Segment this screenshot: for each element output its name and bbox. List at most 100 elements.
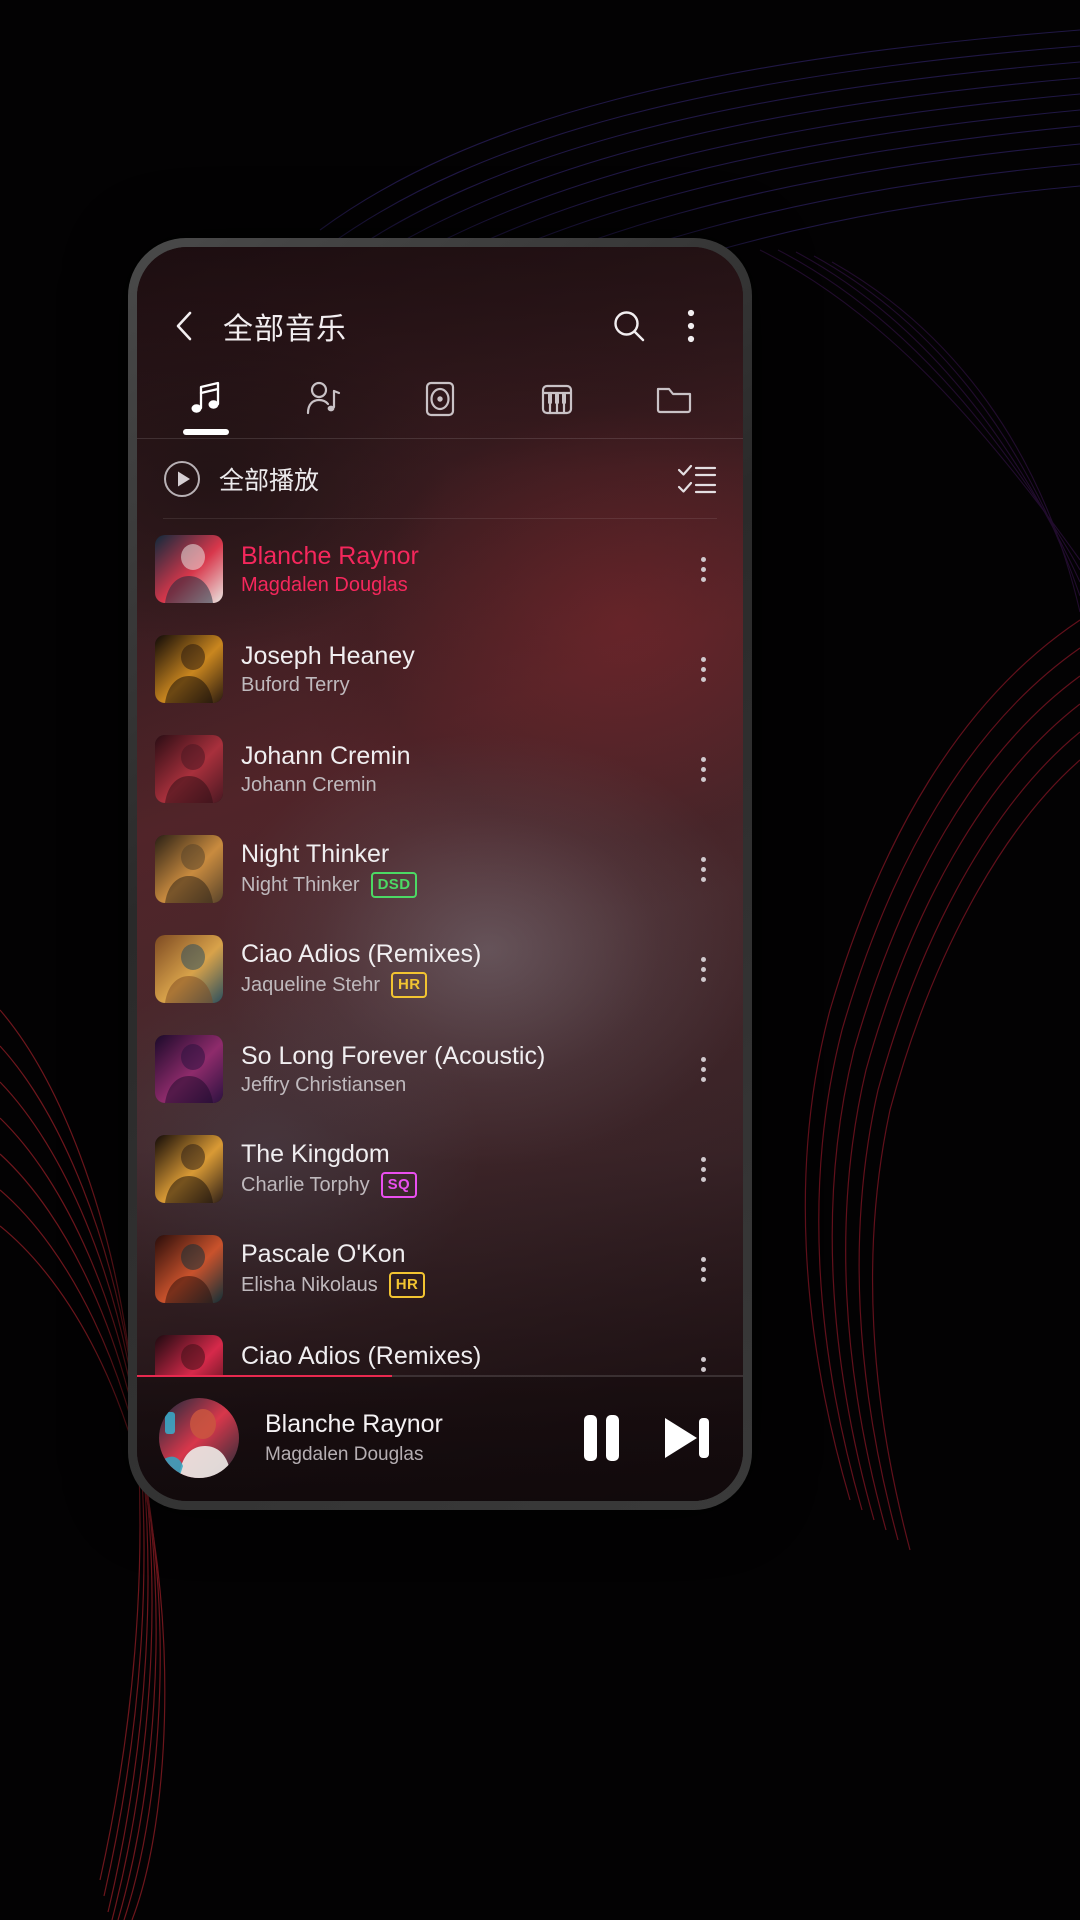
overflow-menu-button[interactable] [667,302,715,350]
search-button[interactable] [605,302,653,350]
now-playing-bar[interactable]: Blanche Raynor Magdalen Douglas [137,1375,743,1501]
chevron-left-icon [176,311,192,341]
song-overflow-button[interactable] [681,534,725,604]
more-vertical-icon [700,1066,706,1072]
search-icon [614,311,645,342]
song-album-art [155,1235,223,1303]
quality-badge: SQ [380,1172,418,1198]
now-playing-text: Blanche Raynor Magdalen Douglas [259,1410,553,1466]
song-title: Pascale O'Kon [241,1240,406,1268]
more-vertical-icon [700,976,706,982]
song-text: Pascale O'Kon Elisha Nikolaus HR [241,1240,663,1298]
song-overflow-button[interactable] [681,934,725,1004]
more-vertical-icon [700,1256,706,1262]
album-art-image [155,1035,223,1103]
song-overflow-button[interactable] [681,734,725,804]
album-art-image [155,935,223,1003]
song-overflow-button[interactable] [681,1334,725,1375]
song-subtitle-row: Johann Cremin [241,774,663,796]
song-album-art [155,535,223,603]
song-row[interactable]: Night Thinker Night Thinker DSD [137,819,743,919]
playback-progress-fill [137,1375,392,1377]
tab-folders[interactable] [616,359,733,439]
song-artist: Magdalen Douglas [241,573,408,596]
play-circle-icon [164,461,200,497]
song-overflow-button[interactable] [681,834,725,904]
music-note-icon [191,381,219,413]
song-row[interactable]: The Kingdom Charlie Torphy SQ [137,1119,743,1219]
more-vertical-icon [700,756,706,762]
song-overflow-button[interactable] [681,634,725,704]
album-art-image [155,735,223,803]
playback-progress-track[interactable] [137,1375,743,1377]
song-overflow-button[interactable] [681,1034,725,1104]
album-disc-icon [425,381,455,417]
tab-albums[interactable] [381,359,498,439]
song-text: Blanche Raynor Magdalen Douglas [241,542,663,596]
song-subtitle-row: Magdalen Douglas [241,574,663,596]
album-art-image [159,1398,239,1478]
song-text: Ciao Adios (Remixes) Jaqueline Stehr HR [241,940,663,998]
song-artist: Charlie Torphy [241,1173,370,1196]
tab-songs[interactable] [147,359,264,439]
more-vertical-icon [700,576,706,582]
song-row[interactable]: Pascale O'Kon Elisha Nikolaus HR [137,1219,743,1319]
more-vertical-icon [700,1056,706,1062]
album-art-image [155,835,223,903]
song-subtitle-row: Night Thinker DSD [241,872,663,898]
song-text: The Kingdom Charlie Torphy SQ [241,1140,663,1198]
song-text: Joseph Heaney Buford Terry [241,642,663,696]
more-vertical-icon [700,776,706,782]
song-text: Ciao Adios (Remixes)Willis Osinski [241,1342,663,1375]
song-overflow-button[interactable] [681,1134,725,1204]
quality-badge: HR [390,972,428,998]
album-art-image [155,1235,223,1303]
tab-genres[interactable] [499,359,616,439]
quality-badge: DSD [370,872,418,898]
phone-frame: 全部音乐 全部播放 Blanche Raynor Magdalen Dougla… [128,238,752,1510]
back-button[interactable] [161,302,209,350]
song-artist: Jaqueline Stehr [241,973,380,996]
play-all-row[interactable]: 全部播放 [137,439,743,519]
song-row[interactable]: Joseph Heaney Buford Terry [137,619,743,719]
app-header: 全部音乐 [137,247,743,359]
song-text: Night Thinker Night Thinker DSD [241,840,663,898]
more-vertical-icon [700,766,706,772]
tab-artists[interactable] [264,359,381,439]
song-album-art [155,935,223,1003]
play-all-divider [163,518,717,519]
song-artist: Elisha Nikolaus [241,1273,378,1296]
checklist-icon[interactable] [677,462,717,496]
music-app: 全部音乐 全部播放 Blanche Raynor Magdalen Dougla… [137,247,743,1501]
more-vertical-icon [687,309,695,343]
next-track-button[interactable] [657,1410,713,1466]
song-row[interactable]: Blanche Raynor Magdalen Douglas [137,519,743,619]
piano-keys-icon [542,384,573,415]
now-playing-album-art[interactable] [159,1398,239,1478]
more-vertical-icon [700,1156,706,1162]
song-artist: Jeffry Christiansen [241,1073,407,1096]
screenshot-root: 全部音乐 全部播放 Blanche Raynor Magdalen Dougla… [0,0,1080,1920]
song-title: Blanche Raynor [241,541,419,570]
song-title: The Kingdom [241,1140,390,1168]
more-vertical-icon [700,1266,706,1272]
quality-badge: HR [388,1272,426,1298]
song-list[interactable]: Blanche Raynor Magdalen Douglas Joseph Hea… [137,519,743,1375]
playback-controls [573,1410,713,1466]
song-overflow-button[interactable] [681,1234,725,1304]
song-subtitle-row: Elisha Nikolaus HR [241,1272,663,1298]
more-vertical-icon [700,656,706,662]
song-artist: Night Thinker [241,873,360,896]
song-subtitle-row: Charlie Torphy SQ [241,1172,663,1198]
song-text: So Long Forever (Acoustic) Jeffry Christi… [241,1042,663,1096]
more-vertical-icon [700,956,706,962]
song-row[interactable]: Ciao Adios (Remixes) Jaqueline Stehr HR [137,919,743,1019]
song-row[interactable]: So Long Forever (Acoustic) Jeffry Christi… [137,1019,743,1119]
pause-button[interactable] [573,1410,629,1466]
song-album-art [155,835,223,903]
more-vertical-icon [700,866,706,872]
song-row[interactable]: Ciao Adios (Remixes)Willis Osinski [137,1319,743,1375]
album-art-image [155,1135,223,1203]
album-art-image [155,1335,223,1375]
song-row[interactable]: Johann Cremin Johann Cremin [137,719,743,819]
